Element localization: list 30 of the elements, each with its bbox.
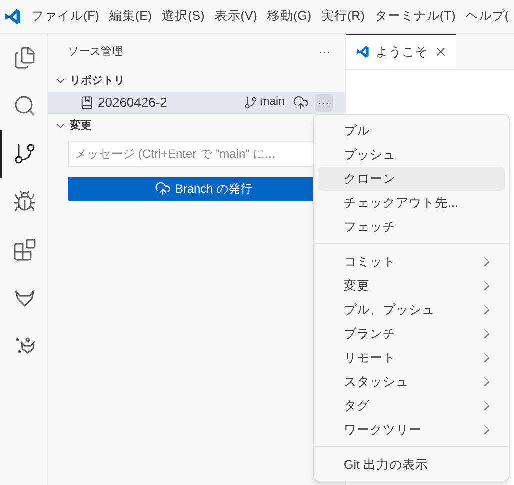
menu-item[interactable]: 実行(R) [316, 7, 370, 26]
menu-item[interactable]: 表示(V) [210, 7, 262, 26]
menu-entry[interactable]: フェッチ [318, 215, 505, 239]
menu-entry[interactable]: ワークツリー [318, 418, 505, 442]
menu-entry[interactable]: リモート [318, 346, 505, 370]
repository-row[interactable]: 20260426-2 main ··· [48, 92, 345, 114]
menu-entry[interactable]: コミット [318, 250, 505, 274]
menu-entry[interactable]: タグ [318, 394, 505, 418]
menu-entry[interactable]: プル、プッシュ [318, 298, 505, 322]
repository-name: 20260426-2 [98, 94, 168, 112]
editor-tab[interactable]: ようこそ [346, 34, 456, 69]
menu-entry[interactable]: プル [318, 119, 505, 143]
section-title[interactable]: リポジトリ [70, 72, 125, 90]
menu-item[interactable]: 選択(S) [157, 7, 210, 26]
section-title[interactable]: 変更 [70, 118, 92, 134]
menu-item[interactable]: ファイル(F) [26, 7, 104, 26]
more-button[interactable]: ··· [319, 43, 331, 61]
menu-entry[interactable]: Git 出力の表示 [318, 453, 505, 477]
menu-entry[interactable]: スタッシュ [318, 370, 505, 394]
sidebar-title: ソース管理 [68, 44, 123, 60]
menu-entry[interactable]: クローン [318, 167, 505, 191]
menu-item[interactable]: 移動(G) [262, 7, 316, 26]
tab-label: ようこそ [376, 44, 428, 61]
menu-entry[interactable]: ブランチ [318, 322, 505, 346]
more-button[interactable]: ··· [315, 94, 333, 112]
menu-entry[interactable]: 変更 [318, 274, 505, 298]
branch-name[interactable]: main [260, 94, 285, 112]
menu-item[interactable]: ターミナル(T) [370, 7, 461, 26]
menu-item[interactable]: ヘルプ( [460, 7, 514, 26]
menu-item[interactable]: 編集(E) [104, 7, 158, 26]
